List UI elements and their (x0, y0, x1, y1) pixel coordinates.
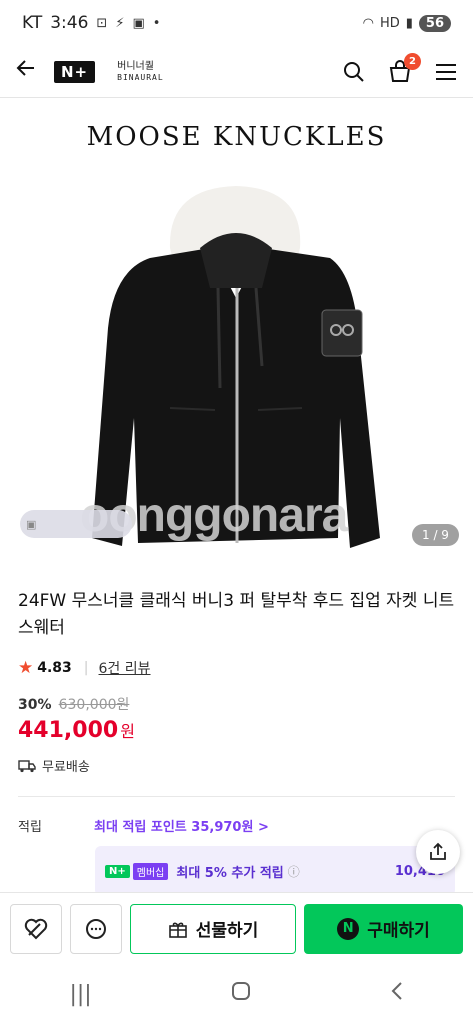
store-name: 버니너퀄 (117, 60, 154, 72)
arrow-left-icon[interactable] (14, 56, 46, 87)
gift-label: 선물하기 (195, 921, 259, 941)
max-points-link[interactable]: 최대 적립 포인트 35,970원 > (94, 816, 269, 835)
divider: | (83, 660, 89, 676)
points-row: 적립 최대 적립 포인트 35,970원 > (18, 816, 458, 835)
buy-button[interactable]: N 구매하기 (304, 903, 463, 954)
store-sub: BINAURAL (117, 72, 164, 82)
menu-icon[interactable] (433, 59, 459, 85)
nplus-badge: N+ (105, 864, 130, 878)
wifi-icon: ◠ (362, 15, 374, 31)
original-price: 630,000원 (58, 697, 130, 713)
nplus-logo[interactable]: N+ (54, 60, 96, 83)
heart-icon (24, 918, 48, 939)
calendar-icon: ▣ (132, 15, 145, 31)
section-divider (18, 796, 455, 797)
back-nav-icon[interactable] (390, 981, 404, 1007)
naver-n-icon: N (337, 917, 360, 940)
action-bar: 선물하기 N 구매하기 (0, 892, 473, 964)
product-title: 24FW 무스너클 클래식 버니3 퍼 탈부착 후드 집업 자켓 니트 스웨터 (18, 591, 455, 638)
search-icon[interactable] (341, 59, 367, 85)
currency: 원 (120, 722, 135, 741)
signal-icon: ▮ (405, 15, 413, 31)
battery-indicator: 56 (418, 14, 451, 32)
membership-box[interactable]: N+ 멤버십 최대 5% 추가 적립 ⓘ 10,410 (95, 846, 455, 896)
gift-button[interactable]: 선물하기 (130, 903, 296, 954)
cart-icon[interactable]: 2 (387, 52, 421, 85)
store-logo[interactable]: 버니너퀄 BINAURAL (117, 61, 164, 83)
shipping-text: 무료배송 (42, 760, 90, 775)
buy-label: 구매하기 (367, 921, 430, 941)
star-icon: ★ (18, 658, 34, 678)
final-price: 441,000 원 (18, 718, 135, 743)
points-label: 적립 (18, 820, 42, 835)
status-bar: KT 3:46 ⊡ ⚡ ▣ • ◠ HD ▮ 56 (0, 0, 473, 46)
discount-rate: 30% (18, 697, 52, 713)
dot-icon: • (152, 15, 161, 31)
final-price-value: 441,000 (18, 718, 119, 743)
hd-icon: HD (379, 15, 400, 31)
recent-apps-icon[interactable]: ||| (69, 982, 91, 1007)
wishlist-button[interactable] (10, 903, 62, 954)
screenshot-icon: ⊡ (96, 15, 108, 31)
carrier: KT (22, 13, 43, 33)
rating-score: 4.83 (37, 660, 72, 676)
chat-icon (86, 918, 106, 939)
rating-row: ★ 4.83 | 6건 리뷰 (18, 658, 151, 678)
info-icon[interactable]: ⓘ (288, 863, 300, 880)
system-nav-bar: ||| (0, 964, 473, 1024)
membership-text: 최대 5% 추가 적립 (176, 865, 284, 881)
chat-button[interactable] (70, 903, 122, 954)
product-image-carousel[interactable]: MOOSE KNUCKLES oonggonara ▣ 1 / 9 (0, 98, 473, 568)
truck-icon (18, 759, 36, 772)
share-icon (430, 842, 446, 860)
gift-icon (168, 922, 187, 938)
reviews-link[interactable]: 6건 리뷰 (99, 658, 151, 678)
home-icon[interactable] (231, 981, 251, 1007)
watermark-badge: ▣ (20, 510, 132, 538)
share-button[interactable] (416, 830, 460, 874)
shipping-row: 무료배송 (18, 756, 90, 775)
cart-count-badge: 2 (404, 52, 421, 70)
clock: 3:46 (50, 13, 89, 33)
image-counter: 1 / 9 (412, 524, 459, 546)
app-header: N+ 버니너퀄 BINAURAL 2 (0, 46, 473, 98)
pricing: 30% 630,000원 441,000 원 (18, 694, 135, 743)
flash-icon: ⚡ (115, 15, 125, 31)
membership-tag: 멤버십 (132, 862, 169, 880)
